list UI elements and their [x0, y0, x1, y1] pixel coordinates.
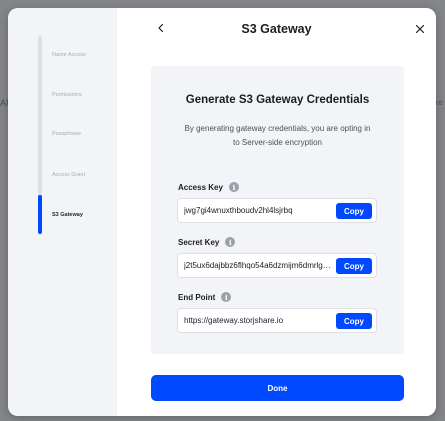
secret-key-field: j2t5ux6dajbbz6flhqo54a6dzmijm6dmrlgvspkb…: [177, 253, 377, 278]
end-point-value: https://gateway.storjshare.io: [184, 316, 284, 325]
end-point-label-text: End Point: [178, 292, 216, 302]
access-key-label-text: Access Key: [178, 182, 223, 192]
s3-gateway-modal: Name Access Permissions Passphrase Acces…: [8, 8, 436, 416]
close-icon: [415, 24, 425, 34]
step-progress-active: [38, 195, 42, 234]
step-access-grant: Access Grant: [52, 172, 86, 178]
access-key-field: jwg7gi4wnuxthboudv2hl4lsjrbq Copy: [177, 198, 377, 223]
secret-key-value: j2t5ux6dajbbz6flhqo54a6dzmijm6dmrlgvspkb…: [184, 261, 332, 270]
secret-key-label: Secret Key i: [178, 237, 236, 247]
modal-content: S3 Gateway Generate S3 Gateway Credentia…: [117, 8, 436, 416]
step-passphrase: Passphrase: [52, 131, 82, 137]
end-point-field: https://gateway.storjshare.io Copy: [177, 308, 377, 333]
done-button[interactable]: Done: [151, 375, 404, 401]
end-point-label: End Point i: [178, 292, 232, 302]
modal-title: S3 Gateway: [241, 22, 312, 36]
secret-key-label-text: Secret Key: [178, 237, 220, 247]
credentials-card: Generate S3 Gateway Credentials By gener…: [151, 66, 404, 354]
access-key-label: Access Key i: [178, 182, 239, 192]
steps-sidebar: Name Access Permissions Passphrase Acces…: [8, 8, 117, 416]
info-icon[interactable]: i: [221, 292, 232, 302]
info-icon[interactable]: i: [228, 182, 239, 192]
copy-secret-key-button[interactable]: Copy: [336, 258, 372, 274]
card-description: By generating gateway credentials, you a…: [184, 124, 371, 147]
close-button[interactable]: [412, 21, 428, 37]
copy-end-point-button[interactable]: Copy: [336, 313, 372, 329]
step-s3-gateway: S3 Gateway: [52, 212, 83, 218]
step-name-access: Name Access: [52, 52, 86, 58]
access-key-value: jwg7gi4wnuxthboudv2hl4lsjrbq: [184, 206, 293, 215]
info-icon[interactable]: i: [225, 237, 236, 247]
copy-access-key-button[interactable]: Copy: [336, 203, 372, 219]
card-title: Generate S3 Gateway Credentials: [185, 94, 370, 106]
step-permissions: Permissions: [52, 92, 82, 98]
